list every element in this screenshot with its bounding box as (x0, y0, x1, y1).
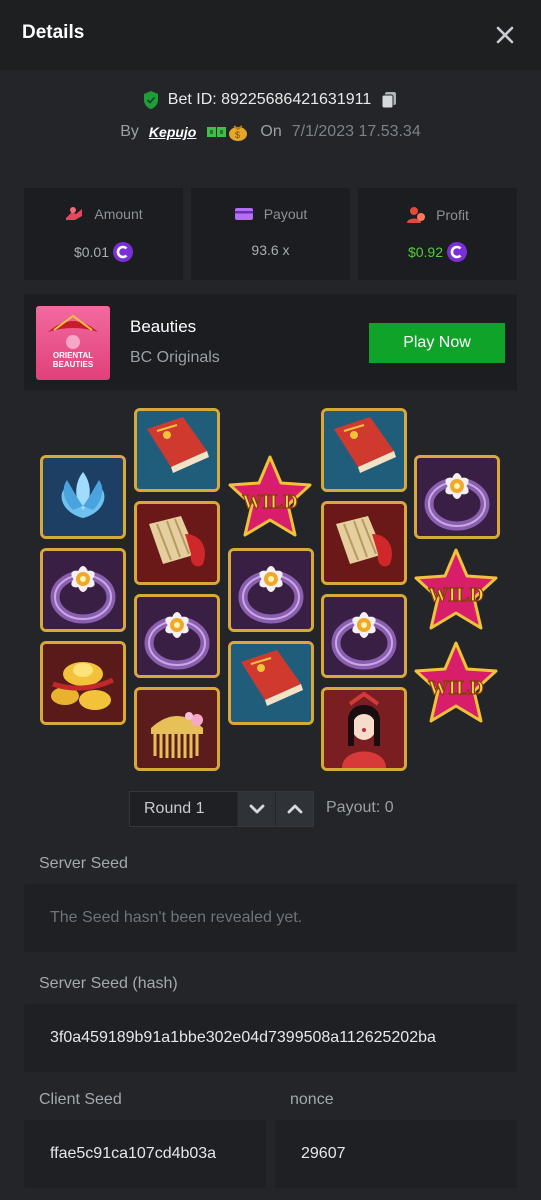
slot-reels: WILD WILD WILD (0, 400, 541, 780)
stat-profit: Profit $0.92 (358, 188, 517, 280)
verified-shield-icon (143, 91, 158, 109)
svg-text:$: $ (235, 130, 240, 140)
play-now-button[interactable]: Play Now (369, 323, 505, 363)
comb-symbol (134, 687, 220, 771)
bet-stats: Amount $0.01 Payout 93.6 x Profit $0.92 (24, 188, 517, 280)
bc-coin-icon (113, 242, 134, 262)
ring-symbol (414, 455, 500, 539)
round-payout: Payout: 0 (326, 799, 394, 816)
game-provider: BC Originals (130, 349, 220, 366)
stat-payout: Payout 93.6 x (191, 188, 350, 280)
server-seed-hash-label: Server Seed (hash) (39, 975, 178, 992)
ring-symbol (321, 594, 407, 678)
profit-person-icon (407, 207, 426, 223)
bet-id-text: Bet ID: 89225686421631911 (167, 91, 372, 108)
server-seed-label: Server Seed (39, 855, 128, 872)
game-name[interactable]: Beauties (130, 317, 196, 337)
fan-symbol (321, 501, 407, 585)
bet-id-row: Bet ID: 89225686421631911 (0, 88, 541, 112)
client-seed-field[interactable]: ffae5c91ca107cd4b03a (24, 1120, 266, 1188)
gold-symbol (40, 641, 126, 725)
nonce-label: nonce (290, 1091, 334, 1108)
details-header: Details (0, 0, 541, 70)
wild-symbol: WILD (414, 548, 498, 632)
close-icon[interactable] (492, 22, 518, 48)
stat-amount: Amount $0.01 (24, 188, 183, 280)
wild-symbol: WILD (228, 455, 312, 539)
lady-symbol (321, 687, 407, 771)
chevron-up-icon (287, 804, 302, 814)
money-emoji-icon: $ (207, 125, 248, 141)
round-selector: Round 1 (129, 791, 314, 827)
stat-value: $0.92 (407, 244, 444, 260)
thumb-title-line2: BEAUTIES (53, 360, 94, 369)
thumb-title-line1: ORIENTAL (53, 351, 93, 360)
fan-symbol (134, 501, 220, 585)
ring-symbol (134, 594, 220, 678)
book-symbol (228, 641, 314, 725)
stat-label: Profit (436, 207, 469, 223)
round-down-button[interactable] (237, 792, 275, 826)
page-title: Details (22, 22, 85, 43)
wild-symbol: WILD (414, 641, 498, 725)
game-card: ORIENTAL BEAUTIES Beauties BC Originals … (24, 294, 517, 390)
bet-author-row: By Kepujo $ On 7/1/2023 17.53.34 (0, 120, 541, 144)
by-label: By (120, 123, 139, 140)
wild-label: WILD (428, 584, 484, 606)
stat-value: $0.01 (73, 244, 110, 260)
nonce-field[interactable]: 29607 (275, 1120, 517, 1188)
client-seed-label: Client Seed (39, 1091, 122, 1108)
book-symbol (321, 408, 407, 492)
server-seed-hash-field[interactable]: 3f0a459189b91a1bbe302e04d7399508a1126252… (24, 1004, 517, 1072)
server-seed-field[interactable]: The Seed hasn't been revealed yet. (24, 884, 517, 952)
book-symbol (134, 408, 220, 492)
chevron-down-icon (249, 804, 264, 814)
stat-label: Payout (263, 206, 308, 222)
copy-icon[interactable] (379, 90, 399, 110)
ring-symbol (40, 548, 126, 632)
round-label: Round 1 (130, 792, 237, 826)
round-up-button[interactable] (275, 792, 313, 826)
on-label: On (260, 123, 282, 140)
bet-date: 7/1/2023 17.53.34 (291, 123, 421, 140)
bc-coin-icon (447, 242, 468, 262)
stat-label: Amount (94, 206, 143, 222)
username-link[interactable]: Kepujo (149, 124, 196, 140)
wild-label: WILD (242, 491, 298, 513)
wild-label: WILD (428, 677, 484, 699)
ring-symbol (228, 548, 314, 632)
card-icon (234, 208, 253, 220)
lotus-symbol (40, 455, 126, 539)
game-thumbnail[interactable]: ORIENTAL BEAUTIES (36, 306, 110, 380)
bet-hand-icon (66, 207, 83, 220)
stat-value: 93.6 x (251, 242, 290, 258)
